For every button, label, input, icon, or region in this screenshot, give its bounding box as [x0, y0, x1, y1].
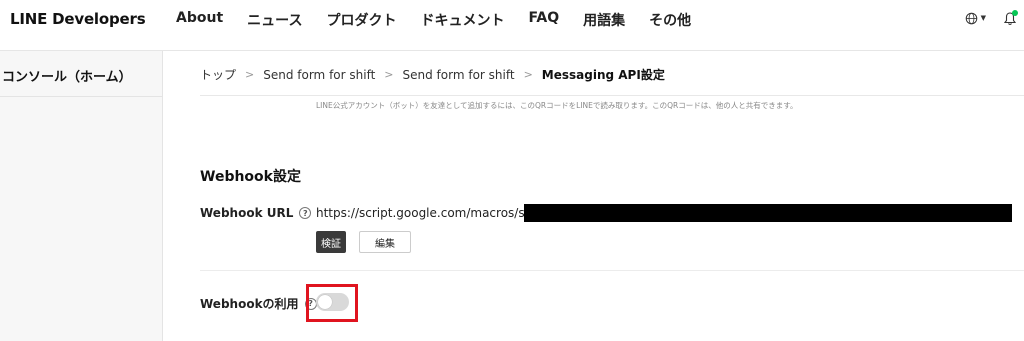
- notification-badge: [1012, 10, 1018, 16]
- webhook-url-label-text: Webhook URL: [200, 206, 294, 220]
- chevron-right-icon: >: [523, 68, 533, 81]
- chevron-right-icon: >: [384, 68, 394, 81]
- qr-code-note: LINE公式アカウント（ボット）を友達として追加するには、このQRコードをLIN…: [316, 101, 798, 110]
- toggle-knob: [318, 295, 332, 309]
- sidebar-item-console-home[interactable]: コンソール（ホーム）: [0, 51, 163, 97]
- nav-more[interactable]: その他: [649, 10, 691, 30]
- webhook-url-label: Webhook URL ?: [200, 206, 312, 220]
- breadcrumb-channel[interactable]: Send form for shift: [403, 68, 515, 82]
- breadcrumb-top[interactable]: トップ: [200, 66, 236, 83]
- use-webhook-label: Webhookの利用 ?: [200, 295, 317, 312]
- nav-faq[interactable]: FAQ: [528, 10, 559, 30]
- row-divider: [200, 270, 1024, 271]
- nav-glossary[interactable]: 用語集: [583, 10, 625, 30]
- nav-about[interactable]: About: [176, 10, 223, 30]
- chevron-right-icon: >: [245, 68, 255, 81]
- globe-icon: [965, 12, 977, 24]
- nav-documents[interactable]: ドキュメント: [420, 10, 504, 30]
- edit-button[interactable]: 編集: [359, 231, 411, 253]
- sidebar: コンソール（ホーム）: [0, 51, 163, 341]
- language-selector[interactable]: ▼: [965, 12, 986, 25]
- chevron-down-icon: ▼: [980, 14, 986, 22]
- help-icon[interactable]: ?: [299, 207, 312, 219]
- verify-button[interactable]: 検証: [316, 231, 346, 253]
- main-nav: About ニュース プロダクト ドキュメント FAQ 用語集 その他: [176, 10, 715, 30]
- breadcrumb-provider[interactable]: Send form for shift: [263, 68, 375, 82]
- top-navigation-bar: LINE Developers About ニュース プロダクト ドキュメント …: [0, 0, 1024, 40]
- line-developers-logo[interactable]: LINE Developers: [10, 10, 146, 28]
- redacted-url-block: [524, 204, 1012, 222]
- section-divider: [200, 95, 1024, 96]
- breadcrumb-current: Messaging API設定: [541, 68, 665, 82]
- notification-button[interactable]: [1003, 10, 1018, 26]
- nav-news[interactable]: ニュース: [247, 10, 302, 30]
- use-webhook-label-text: Webhookの利用: [200, 297, 299, 311]
- breadcrumb: トップ > Send form for shift > Send form fo…: [200, 66, 665, 83]
- nav-products[interactable]: プロダクト: [326, 10, 396, 30]
- webhook-url-value: https://script.google.com/macros/s/AK: [316, 206, 545, 220]
- use-webhook-toggle[interactable]: [316, 293, 349, 311]
- webhook-section-title: Webhook設定: [200, 169, 301, 185]
- header-actions: ▼: [965, 10, 1018, 26]
